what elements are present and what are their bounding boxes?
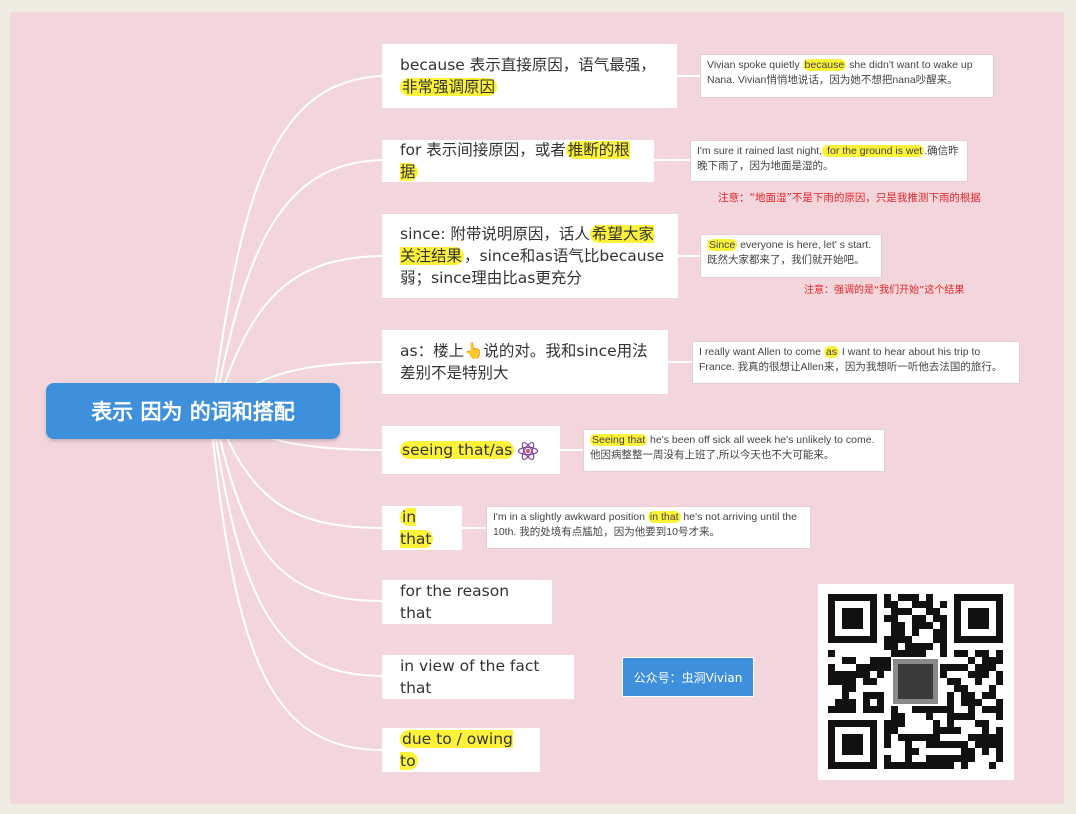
node-label: because 表示直接原因，语气最强， 非常强调原因 (400, 54, 667, 98)
node-for[interactable]: for 表示间接原因，或者 推断的根据 (382, 140, 654, 182)
highlighted-text: 非常强调原因 (400, 78, 498, 96)
node-label: as：楼上👆说的对。我和since用法差别不是特别大 (400, 340, 658, 384)
example-for: I'm sure it rained last night, for the g… (690, 140, 968, 182)
node-label: since: 附带说明原因，话人 希望大家关注结果 ，since和as语气比beca… (400, 223, 668, 289)
node-since[interactable]: since: 附带说明原因，话人 希望大家关注结果 ，since和as语气比beca… (382, 214, 678, 298)
example-text: I'm sure it rained last night, (697, 145, 823, 157)
highlighted-text: as (823, 346, 839, 358)
highlighted-text: due to / owing to (400, 730, 513, 770)
node-text: for 表示间接原因，或者 (400, 141, 566, 159)
node-label: in that (400, 506, 452, 550)
example-in-that: I'm in a slightly awkward position in th… (486, 506, 811, 549)
node-text: in view of the fact that (400, 657, 540, 697)
example-because: Vivian spoke quietly because she didn't … (700, 54, 994, 98)
highlighted-text: because (802, 59, 847, 71)
wechat-account-label[interactable]: 公众号：虫洞Vivian (622, 657, 754, 697)
node-label: due to / owing to (400, 728, 530, 772)
highlighted-text: Since (707, 239, 738, 251)
highlighted-text: seeing that/as (400, 441, 515, 459)
node-label: for 表示间接原因，或者 推断的根据 (400, 139, 644, 183)
root-topic[interactable]: 表示 因为 的词和搭配 (46, 383, 340, 439)
qr-code-image (828, 594, 1003, 769)
node-label: for the reason that (400, 580, 542, 624)
highlighted-text: for the ground is wet (822, 145, 925, 157)
node-because[interactable]: because 表示直接原因，语气最强， 非常强调原因 (382, 44, 677, 108)
example-as: I really want Allen to come as I want to… (692, 341, 1020, 384)
atom-icon (517, 441, 539, 461)
qr-code (818, 584, 1014, 780)
highlighted-text: Seeing that (590, 434, 648, 446)
example-text: Vivian spoke quietly (707, 59, 803, 71)
node-as[interactable]: as：楼上👆说的对。我和since用法差别不是特别大 (382, 330, 668, 394)
example-seeing-that: Seeing that he's been off sick all week … (583, 429, 885, 472)
highlighted-text: in that (400, 508, 434, 548)
node-label: seeing that/as (400, 439, 515, 461)
note-since: 注意：强调的是“我们开始”这个结果 (804, 285, 965, 296)
highlighted-text: in that (647, 511, 681, 523)
example-since: Since everyone is here, let' s start. 既然… (700, 234, 882, 278)
node-in-that[interactable]: in that (382, 506, 462, 550)
node-in-view-of[interactable]: in view of the fact that (382, 655, 574, 699)
node-for-the-reason-that[interactable]: for the reason that (382, 580, 552, 624)
node-text: as：楼上👆说的对。我和since用法差别不是特别大 (400, 342, 648, 382)
example-text: I really want Allen to come (699, 346, 824, 358)
node-label: in view of the fact that (400, 655, 564, 699)
note-for: 注意：“地面湿”不是下雨的原因，只是我推测下雨的根据 (718, 192, 981, 204)
node-text: for the reason that (400, 582, 510, 622)
node-due-to[interactable]: due to / owing to (382, 728, 540, 772)
example-text: I'm in a slightly awkward position (493, 511, 648, 523)
node-text: since: 附带说明原因，话人 (400, 225, 590, 243)
node-text: because 表示直接原因，语气最强， (400, 56, 656, 74)
